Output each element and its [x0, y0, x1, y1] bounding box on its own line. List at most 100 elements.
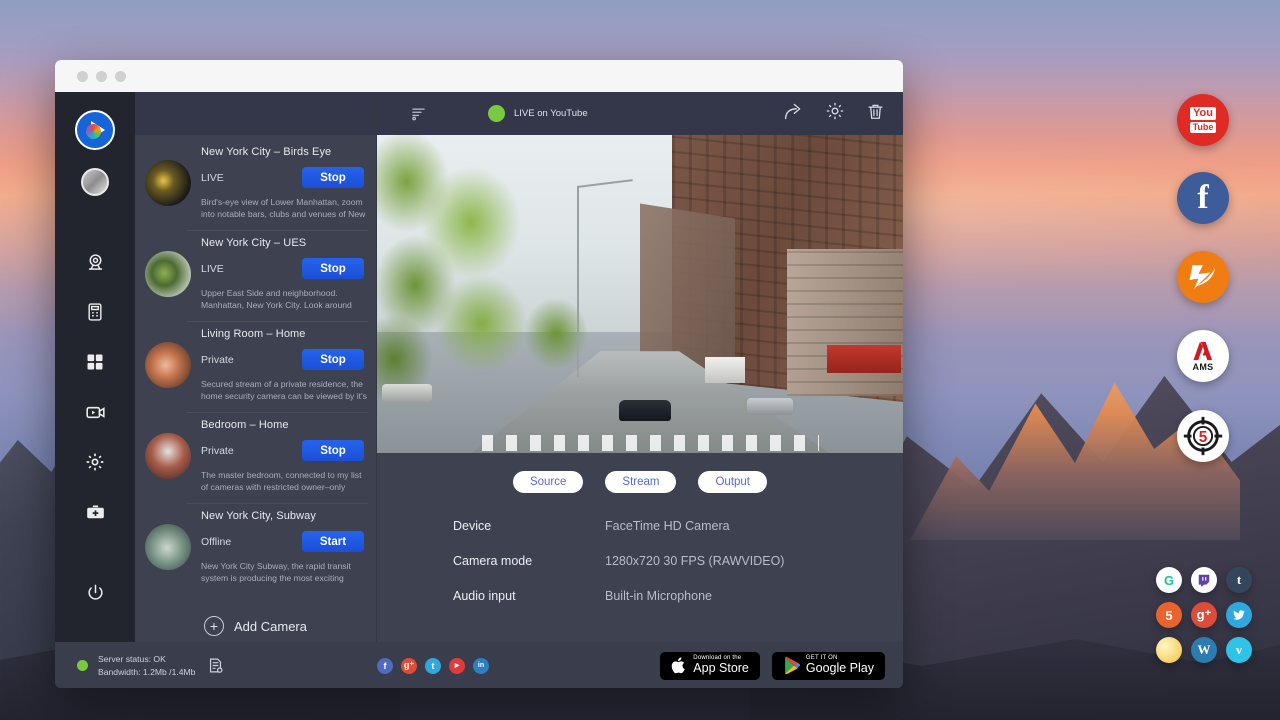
sort-icon[interactable]: [411, 106, 426, 121]
detail-key: Camera mode: [453, 554, 605, 568]
source-details: Device FaceTime HD Camera Camera mode 12…: [377, 493, 903, 624]
wordpress-icon[interactable]: W: [1191, 637, 1217, 663]
camera-action-button[interactable]: Start: [302, 531, 364, 552]
sidebar-item-cameras[interactable]: [75, 242, 115, 282]
vimeo-icon[interactable]: v: [1226, 637, 1252, 663]
google-plus-icon[interactable]: g⁺: [401, 658, 417, 674]
share-icon[interactable]: [783, 101, 804, 127]
youtube-desktop-icon[interactable]: You Tube: [1177, 94, 1229, 146]
youtube-icon[interactable]: ▶: [449, 658, 465, 674]
sidebar-item-logs[interactable]: [75, 292, 115, 332]
video-tree-mid: [514, 288, 598, 402]
camera-thumbnail: [145, 433, 191, 479]
adobe-icon: [1191, 341, 1215, 361]
main-pane: LIVE on YouTube: [377, 92, 903, 642]
video-car: [619, 400, 671, 421]
app-store-badge[interactable]: Download on the App Store: [660, 652, 760, 680]
server-status-line: Server status: OK: [98, 653, 195, 665]
play-icon: [783, 656, 800, 675]
linkedin-icon[interactable]: in: [473, 658, 489, 674]
flickr-icon[interactable]: [1156, 637, 1182, 663]
video-red-awning: [827, 345, 901, 374]
list-item[interactable]: Living Room – Home Private Stop Secured …: [135, 321, 376, 412]
video-preview[interactable]: [377, 135, 903, 453]
svg-text:5: 5: [1199, 429, 1208, 446]
twitter-icon[interactable]: [1226, 602, 1252, 628]
toolbar-actions: [783, 101, 885, 127]
video-car-parked: [382, 384, 432, 402]
camera-title: Bedroom – Home: [201, 419, 368, 431]
avatar[interactable]: [81, 168, 109, 196]
plus-icon: +: [204, 616, 224, 636]
app-logo[interactable]: [75, 110, 115, 150]
add-camera-button[interactable]: + Add Camera: [135, 594, 376, 636]
target5-desktop-icon[interactable]: 5: [1177, 410, 1229, 462]
list-item[interactable]: New York City – Birds Eye LIVE Stop Bird…: [135, 139, 376, 230]
detail-value[interactable]: FaceTime HD Camera: [605, 519, 730, 533]
tumblr-icon[interactable]: t: [1226, 567, 1252, 593]
camera-action-button[interactable]: Stop: [302, 349, 364, 370]
video-car-silver: [747, 398, 793, 415]
twitch-icon[interactable]: [1191, 567, 1217, 593]
minimize-button[interactable]: [96, 71, 107, 82]
google-play-badge[interactable]: GET IT ON Google Play: [772, 652, 885, 680]
apple-icon: [671, 656, 687, 675]
tab-source[interactable]: Source: [513, 471, 583, 493]
app-store-main: App Store: [693, 662, 749, 676]
camera-state: Offline: [201, 536, 231, 548]
live-status-text: LIVE on YouTube: [514, 108, 588, 119]
grammarly-icon[interactable]: G: [1156, 567, 1182, 593]
document-info-icon[interactable]: [207, 657, 224, 674]
detail-value[interactable]: Built-in Microphone: [605, 589, 712, 603]
status-bar: Server status: OK Bandwidth: 1.2Mb /1.4M…: [55, 642, 903, 688]
camera-action-button[interactable]: Stop: [302, 440, 364, 461]
sidebar-item-support[interactable]: [75, 492, 115, 532]
detail-value[interactable]: 1280x720 30 FPS (RAWVIDEO): [605, 554, 784, 568]
status-text: Server status: OK Bandwidth: 1.2Mb /1.4M…: [98, 653, 195, 678]
camera-description: Bird's-eye view of Lower Manhattan, zoom…: [201, 196, 368, 221]
google-plus-icon[interactable]: g⁺: [1191, 602, 1217, 628]
list-item[interactable]: Bedroom – Home Private Stop The master b…: [135, 412, 376, 503]
sidebar-item-power[interactable]: [75, 572, 115, 612]
storm-desktop-icon[interactable]: [1177, 251, 1229, 303]
detail-key: Device: [453, 519, 605, 533]
facebook-icon[interactable]: f: [377, 658, 393, 674]
camera-state: LIVE: [201, 172, 224, 184]
desktop: New York City – Birds Eye LIVE Stop Bird…: [0, 0, 1280, 720]
sidebar-item-dashboard[interactable]: [75, 342, 115, 382]
app-window: New York City – Birds Eye LIVE Stop Bird…: [55, 60, 903, 688]
camera-list-panel: New York City – Birds Eye LIVE Stop Bird…: [135, 92, 377, 642]
smashing-icon[interactable]: 5: [1156, 602, 1182, 628]
sidebar-item-settings[interactable]: [75, 442, 115, 482]
list-item[interactable]: New York City – UES LIVE Stop Upper East…: [135, 230, 376, 321]
tab-stream[interactable]: Stream: [605, 471, 676, 493]
close-button[interactable]: [77, 71, 88, 82]
twitter-icon[interactable]: t: [425, 658, 441, 674]
camera-description: New York City Subway, the rapid transit …: [201, 560, 368, 585]
detail-row-audio-input: Audio input Built-in Microphone: [453, 589, 903, 603]
camera-action-button[interactable]: Stop: [302, 258, 364, 279]
camera-title: New York City – Birds Eye: [201, 146, 368, 158]
trash-icon[interactable]: [866, 102, 885, 126]
facebook-desktop-icon[interactable]: f: [1177, 172, 1229, 224]
detail-row-camera-mode: Camera mode 1280x720 30 FPS (RAWVIDEO): [453, 554, 903, 568]
lightning-bolt-icon: [1185, 259, 1221, 295]
status-dot-icon: [77, 660, 88, 671]
adobe-ams-desktop-icon[interactable]: AMS: [1177, 330, 1229, 382]
tab-output[interactable]: Output: [698, 471, 767, 493]
toolbar: LIVE on YouTube: [377, 92, 903, 135]
camera-state: LIVE: [201, 263, 224, 275]
bandwidth-line: Bandwidth: 1.2Mb /1.4Mb: [98, 666, 195, 678]
sidebar-item-recordings[interactable]: [75, 392, 115, 432]
camera-title: New York City – UES: [201, 237, 368, 249]
gear-icon[interactable]: [825, 101, 845, 126]
list-item[interactable]: New York City, Subway Offline Start New …: [135, 503, 376, 594]
social-links: f g⁺ t ▶ in: [377, 658, 489, 674]
maximize-button[interactable]: [115, 71, 126, 82]
server-status: Server status: OK Bandwidth: 1.2Mb /1.4M…: [55, 653, 355, 678]
logo-gradient-dot: [86, 124, 101, 139]
camera-list-scroll[interactable]: New York City – Birds Eye LIVE Stop Bird…: [135, 135, 376, 642]
camera-action-button[interactable]: Stop: [302, 167, 364, 188]
video-trees-left: [377, 135, 537, 400]
live-status-indicator: LIVE on YouTube: [488, 105, 588, 122]
